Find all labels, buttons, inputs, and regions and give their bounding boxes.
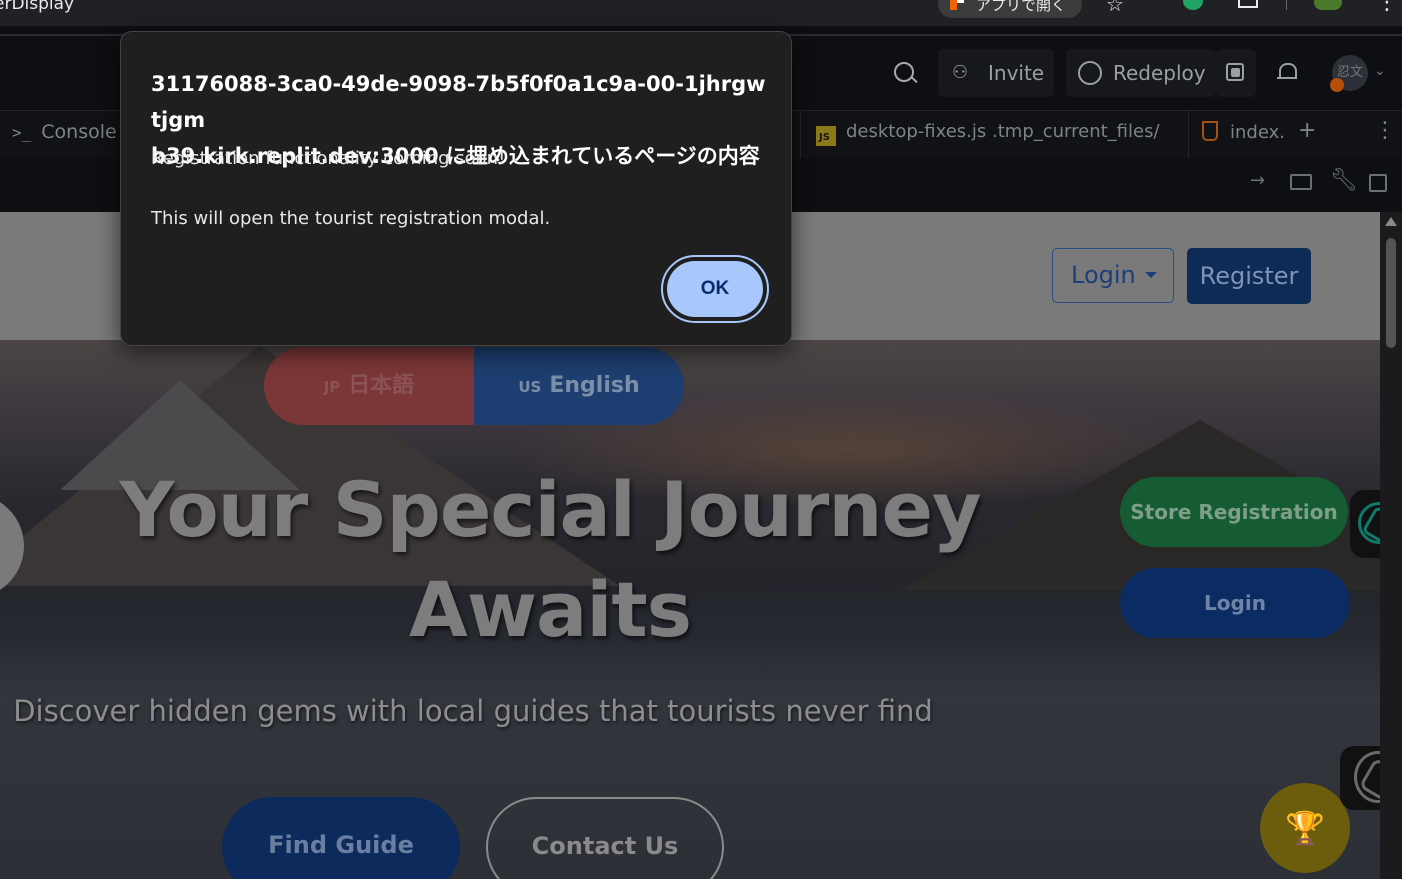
scroll-up-arrow-icon[interactable]: [1385, 217, 1397, 226]
scrollbar-thumb[interactable]: [1386, 238, 1396, 348]
dialog-message-line2: This will open the tourist registration …: [151, 208, 551, 229]
copy-icon: [1226, 63, 1244, 81]
deployments-toggle-button[interactable]: [1216, 49, 1256, 97]
tab-index-label: index.: [1230, 122, 1285, 143]
language-english-button[interactable]: US English: [474, 347, 684, 425]
browser-menu-icon[interactable]: ⋮: [1376, 0, 1398, 15]
javascript-file-icon: JS: [816, 126, 836, 146]
side-login-button[interactable]: Login: [1120, 568, 1350, 638]
redeploy-button[interactable]: Redeploy: [1066, 49, 1216, 97]
hero-title: Your Special Journey Awaits: [40, 460, 1060, 660]
hero-subtitle: Discover hidden gems with local guides t…: [13, 694, 933, 728]
find-guide-button[interactable]: Find Guide: [222, 797, 460, 879]
hero-title-line2: Awaits: [409, 565, 692, 654]
tab-divider: [1188, 110, 1189, 158]
terminal-prompt-icon: >_: [12, 123, 32, 142]
jp-flag-label: JP: [323, 378, 341, 396]
language-japanese-button[interactable]: JP 日本語: [264, 347, 474, 425]
invite-button[interactable]: ⚇ Invite: [938, 49, 1054, 97]
tab-divider: [800, 110, 801, 158]
notifications-bell-icon[interactable]: [1277, 63, 1297, 83]
extensions-puzzle-icon[interactable]: [1238, 0, 1258, 8]
bookmark-star-icon[interactable]: ☆: [1106, 0, 1124, 16]
toolbar-divider: [1286, 0, 1287, 10]
deploy-icon: [1078, 61, 1102, 85]
dialog-origin-line1: 31176088-3ca0-49de-9098-7b5f0f0a1c9a-00-…: [151, 72, 766, 132]
us-flag-label: US: [518, 378, 542, 396]
screen: erDisplay アプリで開く ☆ ⋮ ⚇ Invite Redeploy 忍…: [0, 0, 1402, 879]
caret-down-icon: [1145, 272, 1157, 278]
wrench-icon[interactable]: 🔧︎: [1330, 168, 1358, 193]
avatar-badge: [1330, 78, 1344, 92]
dialog-message-line1: Registration functionality coming soon!: [151, 148, 506, 169]
invite-label: Invite: [988, 61, 1045, 85]
ok-button[interactable]: OK: [667, 261, 763, 317]
open-new-tab-icon[interactable]: [1369, 174, 1387, 192]
browser-profile-icon[interactable]: [1314, 0, 1342, 10]
tab-desktop-fixes-label: desktop-fixes.js .tmp_current_files/: [846, 121, 1160, 142]
contact-us-button[interactable]: Contact Us: [486, 797, 724, 879]
redeploy-label: Redeploy: [1113, 61, 1206, 85]
tab-console-label: Console: [41, 121, 117, 143]
html-file-icon: [1202, 121, 1218, 141]
open-in-app-label: アプリで開く: [976, 0, 1067, 14]
window-title: erDisplay: [0, 0, 75, 14]
forward-arrow-icon[interactable]: →: [1250, 170, 1265, 191]
tab-desktop-fixes[interactable]: JS desktop-fixes.js .tmp_current_files/: [816, 121, 1160, 146]
hero-title-line1: Your Special Journey: [119, 465, 981, 554]
search-icon[interactable]: [894, 62, 914, 82]
tab-console[interactable]: >_ Console: [12, 121, 117, 143]
language-english-label: English: [549, 373, 640, 398]
alert-dialog: 31176088-3ca0-49de-9098-7b5f0f0a1c9a-00-…: [120, 31, 792, 346]
trophy-button[interactable]: 🏆: [1260, 783, 1350, 873]
devtools-icon[interactable]: [1290, 174, 1312, 190]
login-dropdown-button[interactable]: Login: [1052, 248, 1174, 303]
new-tab-plus-icon[interactable]: +: [1298, 118, 1316, 143]
login-dropdown-label: Login: [1071, 261, 1136, 289]
add-user-icon: ⚇: [952, 62, 969, 83]
chevron-down-icon[interactable]: ⌄: [1374, 63, 1386, 79]
register-button[interactable]: Register: [1187, 248, 1311, 304]
tabs-menu-icon[interactable]: ⋮: [1374, 118, 1396, 143]
language-japanese-label: 日本語: [348, 373, 415, 398]
tab-index[interactable]: index.: [1202, 121, 1285, 143]
replit-logo-icon: [950, 0, 966, 10]
store-registration-button[interactable]: Store Registration: [1120, 477, 1348, 547]
